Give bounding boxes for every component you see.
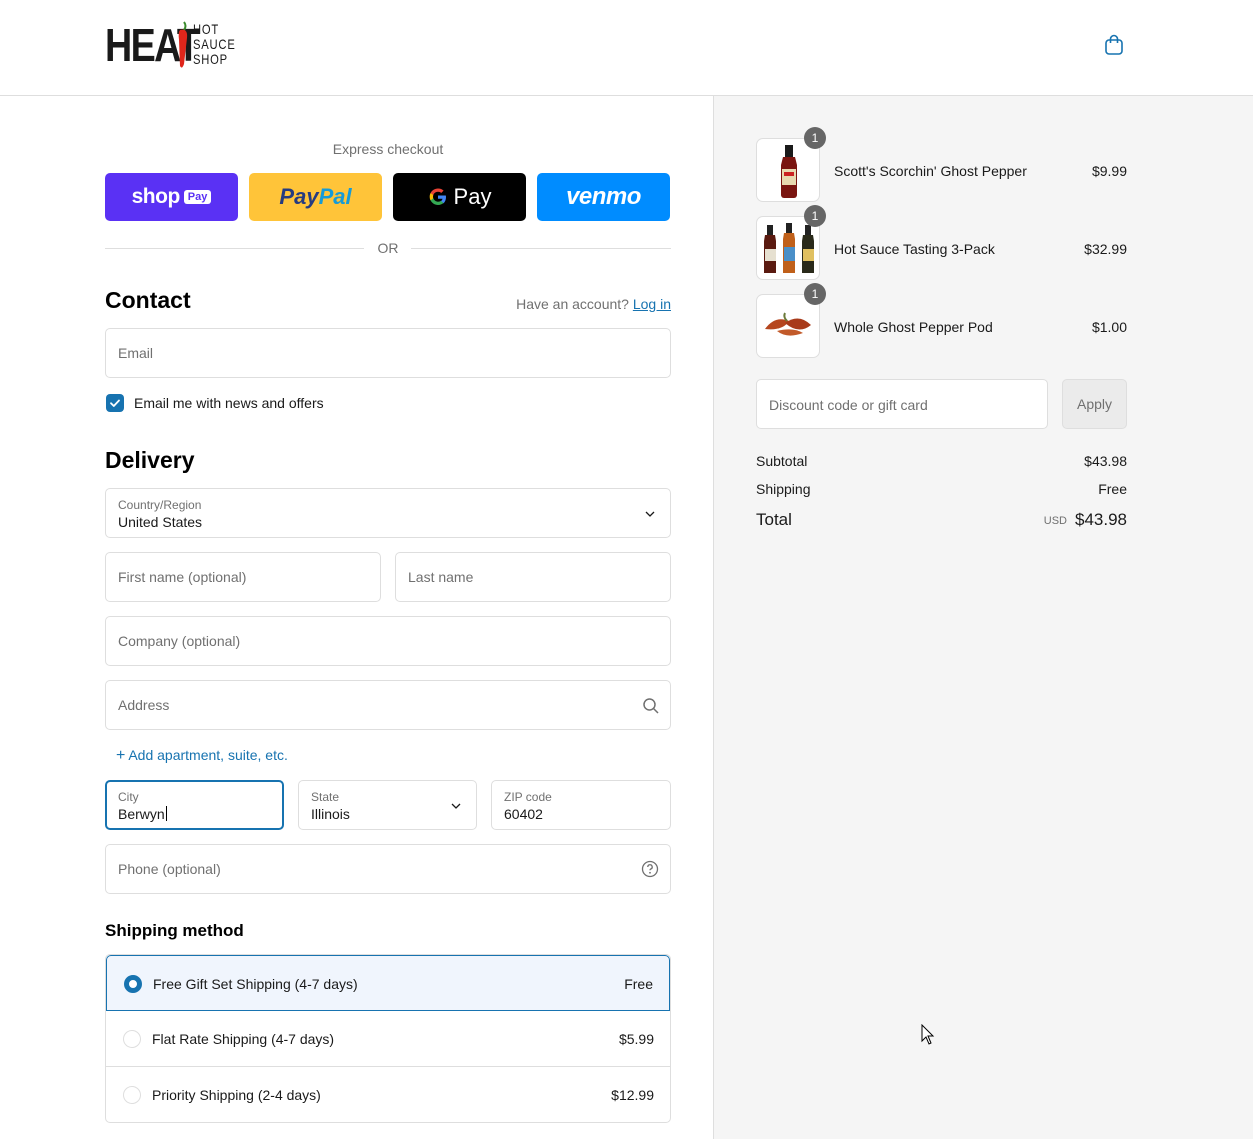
login-link[interactable]: Log in [633,296,671,312]
radio-button[interactable] [124,975,142,993]
help-circle-icon[interactable] [641,860,659,878]
logo-text-small: HOT SAUCE SHOP [193,21,236,67]
cart-item: 1 Hot Sauce Tasting 3-Pack $32.99 [756,205,1127,280]
total-amount: $43.98 [1075,510,1127,529]
search-icon [643,698,659,714]
or-divider: OR [105,240,671,258]
last-name-field[interactable]: Last name [395,552,671,602]
google-pay-button[interactable]: Pay [393,173,526,221]
shipping-method-heading: Shipping method [105,921,244,940]
shipping-options: Free Gift Set Shipping (4-7 days) Free F… [105,954,671,1123]
shipping-option-free[interactable]: Free Gift Set Shipping (4-7 days) Free [106,955,670,1011]
email-field[interactable]: Email [105,328,671,378]
item-price: $32.99 [1084,241,1127,257]
newsletter-checkbox[interactable] [106,394,124,412]
radio-button[interactable] [123,1030,141,1048]
city-field[interactable]: City Berwyn [105,780,284,830]
plus-icon: + [116,747,126,764]
newsletter-label: Email me with news and offers [134,395,324,411]
phone-field[interactable]: Phone (optional) [105,844,671,894]
add-apartment-link[interactable]: + Add apartment, suite, etc. [116,747,288,765]
item-price: $1.00 [1091,319,1127,335]
google-g-icon [429,188,446,205]
state-select[interactable]: State Illinois [298,780,477,830]
shipping-option-flat-rate[interactable]: Flat Rate Shipping (4-7 days) $5.99 [106,1011,670,1067]
venmo-button[interactable]: venmo [537,173,670,221]
quantity-badge: 1 [804,283,826,305]
express-checkout-label: Express checkout [332,141,444,157]
item-price: $9.99 [1091,163,1127,179]
item-name: Hot Sauce Tasting 3-Pack [834,241,995,257]
apply-discount-button[interactable]: Apply [1062,379,1127,429]
item-name: Scott's Scorchin' Ghost Pepper [834,163,1027,179]
country-select[interactable]: Country/Region United States [105,488,671,538]
shipping-option-priority[interactable]: Priority Shipping (2-4 days) $12.99 [106,1067,670,1122]
item-name: Whole Ghost Pepper Pod [834,319,993,335]
address-field[interactable]: Address [105,680,671,730]
currency-code: USD [1043,515,1067,527]
zip-field[interactable]: ZIP code 60402 [491,780,671,830]
cart-item: 1 Whole Ghost Pepper Pod $1.00 [756,283,1127,358]
login-prompt: Have an account? Log in [516,296,671,312]
first-name-field[interactable]: First name (optional) [105,552,381,602]
delivery-heading: Delivery [105,447,195,473]
quantity-badge: 1 [804,205,826,227]
radio-button[interactable] [123,1086,141,1104]
quantity-badge: 1 [804,127,826,149]
shop-pay-button[interactable]: shop Pay [105,173,238,221]
text-caret [165,806,167,821]
checkmark-icon [110,399,120,407]
paypal-button[interactable]: PayPal [249,173,382,221]
company-field[interactable]: Company (optional) [105,616,671,666]
discount-code-input[interactable]: Discount code or gift card [756,379,1048,429]
brand-logo[interactable]: HEAT HOT SAUCE SHOP [105,18,235,72]
chili-pepper-icon [178,21,188,68]
shopping-bag-icon[interactable] [1103,34,1125,56]
site-header: HEAT HOT SAUCE SHOP [0,0,1253,96]
cart-item: 1 Scott's Scorchin' Ghost Pepper $9.99 [756,127,1127,202]
contact-heading: Contact [105,287,191,313]
chevron-down-icon [645,511,655,517]
chevron-down-icon [451,803,461,809]
mouse-pointer-icon [921,1024,935,1045]
